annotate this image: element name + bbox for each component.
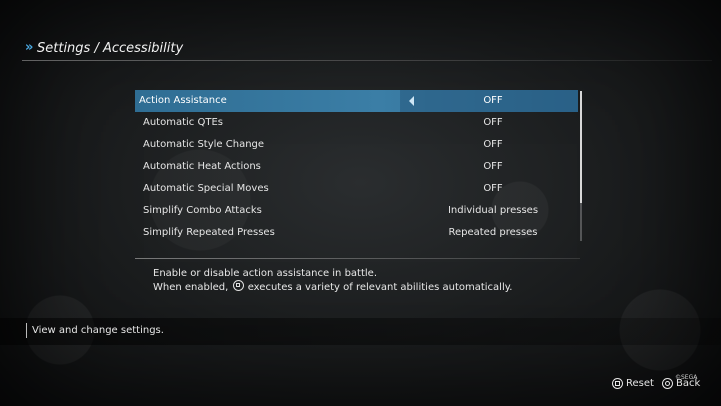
- reset-button[interactable]: Reset: [612, 378, 654, 389]
- setting-value[interactable]: OFF: [400, 183, 586, 194]
- description-divider: [135, 258, 580, 259]
- page-title: Settings / Accessibility: [37, 41, 184, 56]
- description-text: executes a variety of relevant abilities…: [247, 282, 513, 293]
- setting-value[interactable]: Repeated presses: [400, 227, 586, 238]
- setting-value[interactable]: Individual presses: [400, 205, 586, 216]
- settings-list: Action Assistance OFF Automatic QTEs OFF…: [135, 90, 578, 244]
- setting-value[interactable]: OFF: [400, 161, 586, 172]
- setting-label: Automatic Style Change: [143, 139, 265, 150]
- scrollbar[interactable]: [580, 91, 582, 241]
- square-button-icon: [612, 378, 623, 389]
- setting-label: Simplify Combo Attacks: [143, 205, 262, 216]
- square-button-icon: [232, 280, 244, 291]
- setting-label: Automatic Heat Actions: [143, 161, 261, 172]
- setting-row-automatic-heat-actions[interactable]: Automatic Heat Actions OFF: [135, 156, 578, 178]
- setting-label: Action Assistance: [139, 95, 227, 106]
- setting-value[interactable]: OFF: [400, 139, 586, 150]
- description-line-2: When enabled, executes a variety of rele…: [153, 280, 512, 294]
- setting-row-automatic-special-moves[interactable]: Automatic Special Moves OFF: [135, 178, 578, 200]
- setting-row-action-assistance[interactable]: Action Assistance OFF: [135, 90, 578, 112]
- setting-row-simplify-repeated-presses[interactable]: Simplify Repeated Presses Repeated press…: [135, 222, 578, 244]
- help-text: View and change settings.: [32, 325, 164, 336]
- setting-value[interactable]: OFF: [400, 117, 586, 128]
- setting-value[interactable]: OFF: [400, 95, 586, 106]
- scrollbar-thumb[interactable]: [580, 91, 582, 203]
- setting-label: Simplify Repeated Presses: [143, 227, 275, 238]
- description-line-1: Enable or disable action assistance in b…: [153, 268, 378, 279]
- setting-row-simplify-combo-attacks[interactable]: Simplify Combo Attacks Individual presse…: [135, 200, 578, 222]
- help-marker: [26, 323, 27, 338]
- setting-row-automatic-style-change[interactable]: Automatic Style Change OFF: [135, 134, 578, 156]
- description: Enable or disable action assistance in b…: [153, 268, 512, 294]
- header-divider: [22, 60, 712, 61]
- setting-label: Automatic Special Moves: [143, 183, 269, 194]
- setting-label: Automatic QTEs: [143, 117, 223, 128]
- copyright: ©SEGA: [675, 374, 698, 381]
- setting-row-automatic-qtes[interactable]: Automatic QTEs OFF: [135, 112, 578, 134]
- reset-label: Reset: [626, 378, 654, 389]
- description-text: When enabled,: [153, 282, 229, 293]
- circle-button-icon: [662, 378, 673, 389]
- header: » Settings / Accessibility: [0, 38, 721, 62]
- chevron-double-right-icon: »: [25, 40, 34, 55]
